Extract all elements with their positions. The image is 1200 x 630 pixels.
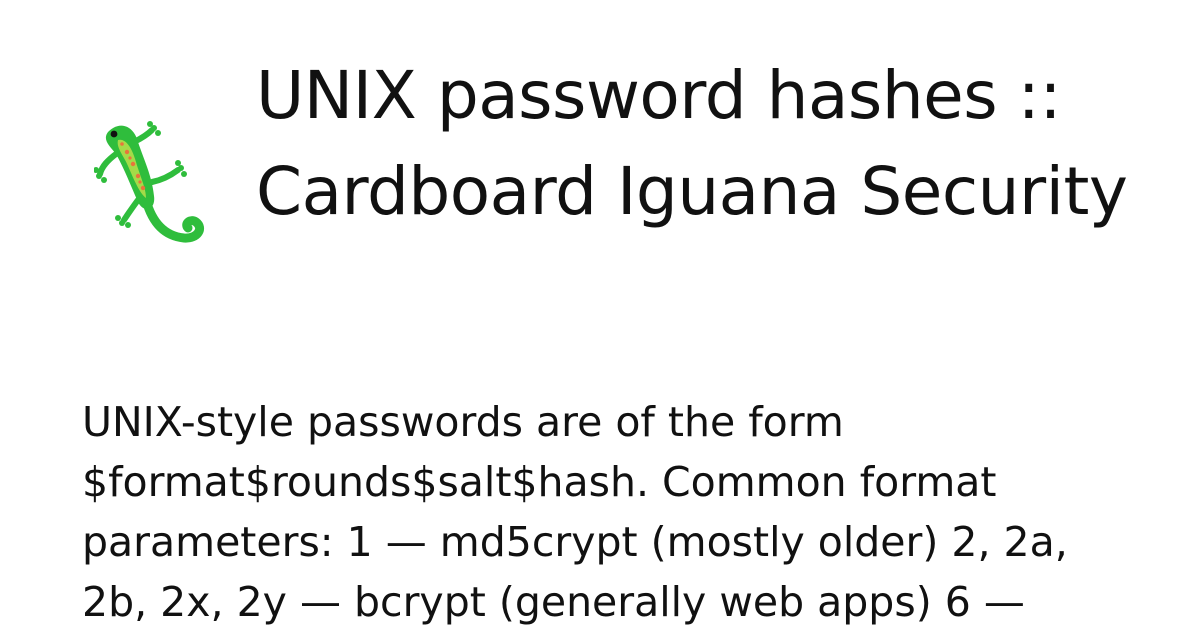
social-preview-card: UNIX password hashes :: Cardboard Iguana… bbox=[0, 0, 1200, 630]
article-description: UNIX-style passwords are of the form $fo… bbox=[82, 398, 1068, 626]
lizard-icon bbox=[94, 118, 208, 250]
page-title: UNIX password hashes :: Cardboard Iguana… bbox=[256, 57, 1128, 230]
